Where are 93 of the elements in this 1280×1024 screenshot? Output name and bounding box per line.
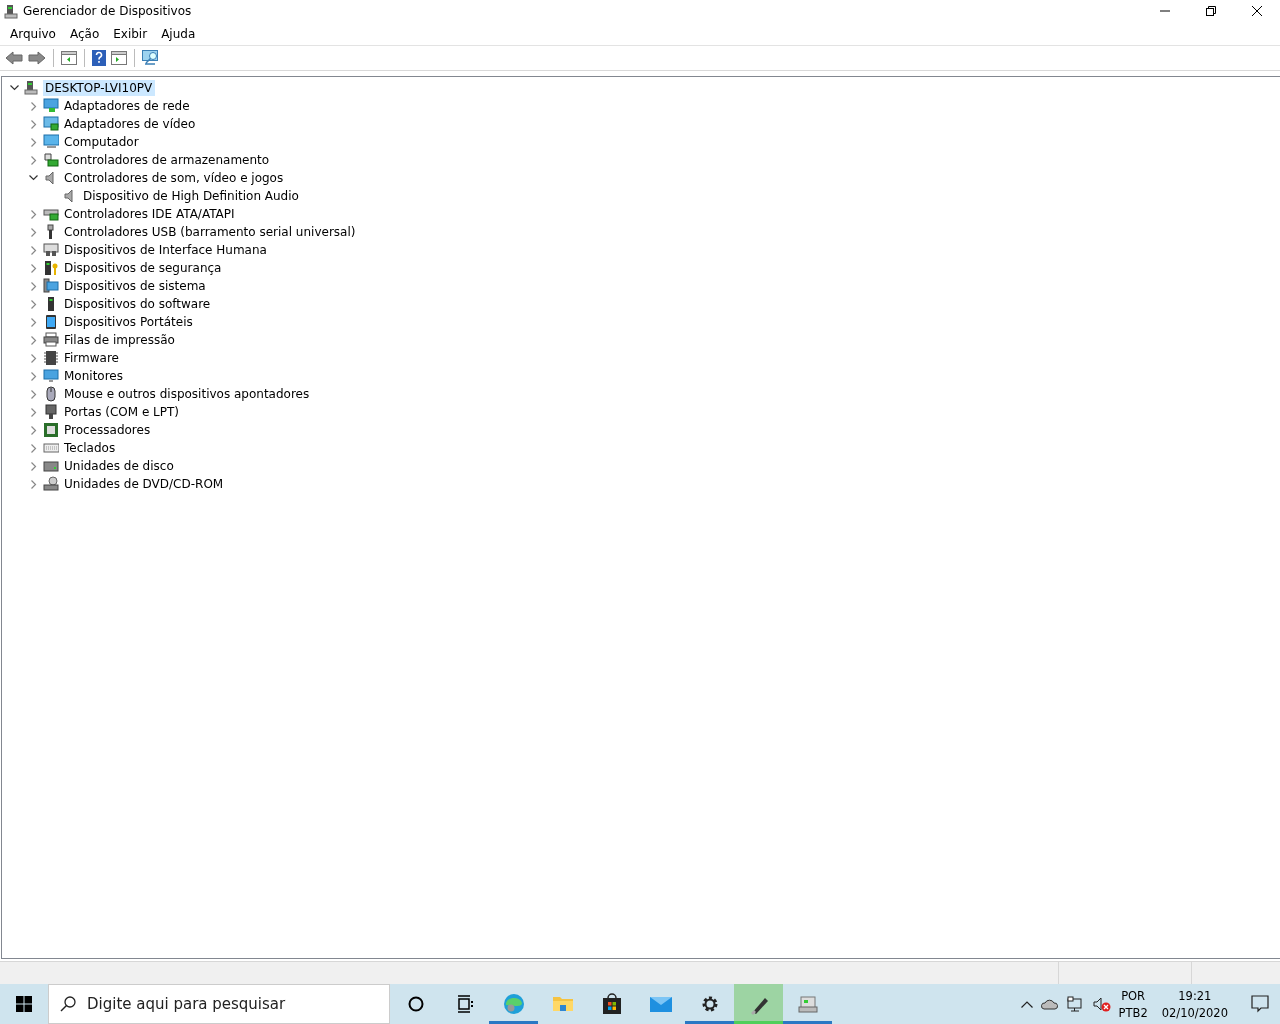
taskbar-app-button[interactable] (734, 984, 783, 1024)
chevron-right-icon[interactable] (30, 155, 37, 165)
chevron-right-icon[interactable] (30, 299, 37, 309)
menu-item[interactable]: Ajuda (154, 26, 203, 41)
tree-item[interactable]: DESKTOP-LVI10PV (43, 80, 156, 96)
windows-logo-icon (16, 996, 32, 1012)
display-card-icon (43, 116, 59, 132)
close-icon (1252, 6, 1262, 16)
tree-item[interactable]: Unidades de disco (62, 458, 177, 474)
window-panel-icon (111, 51, 127, 65)
chevron-down-icon[interactable] (10, 85, 19, 91)
speech-bubble-icon (1251, 995, 1269, 1013)
storage-icon (43, 152, 59, 168)
tree-item[interactable]: Dispositivos de sistema (62, 278, 209, 294)
port-icon (43, 404, 59, 420)
chip-icon (43, 350, 59, 366)
right-arrow-icon (28, 50, 46, 66)
printer-icon (43, 332, 59, 348)
tree-item[interactable]: Unidades de DVD/CD-ROM (62, 476, 227, 492)
tree-item[interactable]: Controladores USB (barramento serial universal) (62, 224, 359, 240)
chevron-right-icon[interactable] (30, 137, 37, 147)
search-field[interactable]: Digite aqui para pesquisar (48, 984, 390, 1024)
processor-icon (43, 422, 59, 438)
restore-icon (1206, 6, 1216, 16)
tree-item[interactable]: Dispositivos Portáteis (62, 314, 196, 330)
back-button[interactable] (4, 49, 24, 67)
chevron-right-icon[interactable] (30, 335, 37, 345)
chevron-right-icon[interactable] (30, 389, 37, 399)
help-button[interactable] (91, 49, 107, 67)
disk-drive-icon (43, 458, 59, 474)
tree-item[interactable]: Controladores de armazenamento (62, 152, 273, 168)
chevron-right-icon[interactable] (30, 461, 37, 471)
network-card-icon (43, 98, 59, 114)
computer-icon (24, 80, 40, 96)
tree-item[interactable]: Dispositivo de High Definition Audio (81, 188, 302, 204)
chevron-right-icon[interactable] (30, 353, 37, 363)
network-monitor-icon[interactable] (1066, 996, 1085, 1012)
tree-item[interactable]: Adaptadores de vídeo (62, 116, 199, 132)
tree-item[interactable]: Monitores (62, 368, 126, 384)
chevron-right-icon[interactable] (30, 425, 37, 435)
tree-item[interactable]: Controladores de som, vídeo e jogos (62, 170, 287, 186)
tree-item[interactable]: Adaptadores de rede (62, 98, 193, 114)
menu-item[interactable]: Exibir (106, 26, 155, 41)
menu-item[interactable]: Arquivo (3, 26, 63, 41)
tree-item[interactable]: Teclados (62, 440, 119, 456)
chevron-up-icon[interactable] (1020, 1000, 1033, 1008)
menu-item[interactable]: Ação (62, 26, 107, 41)
tree-item[interactable]: Mouse e outros dispositivos apontadores (62, 386, 313, 402)
forward-button[interactable] (27, 49, 47, 67)
chevron-down-icon[interactable] (29, 175, 38, 181)
mouse-icon (43, 386, 59, 402)
tree-item[interactable]: Filas de impressão (62, 332, 178, 348)
tablet-icon (43, 314, 59, 330)
chevron-right-icon[interactable] (30, 443, 37, 453)
monitor-icon (43, 368, 59, 384)
tree-item[interactable]: Processadores (62, 422, 154, 438)
chevron-right-icon[interactable] (30, 263, 37, 273)
system-monitor-icon (43, 278, 59, 294)
chevron-right-icon[interactable] (30, 371, 37, 381)
chevron-right-icon[interactable] (30, 227, 37, 237)
panel-button[interactable] (60, 50, 78, 66)
chevron-right-icon[interactable] (30, 101, 37, 111)
chevron-right-icon[interactable] (30, 281, 37, 291)
optical-drive-icon (43, 476, 59, 492)
chevron-right-icon[interactable] (30, 317, 37, 327)
properties-button[interactable] (110, 50, 128, 66)
input-language-button[interactable]: POR PTB2 (1118, 988, 1148, 1020)
monitor-icon (43, 134, 59, 150)
tree-item[interactable]: Dispositivos de Interface Humana (62, 242, 270, 258)
tree-item[interactable]: Firmware (62, 350, 122, 366)
key-tower-icon (43, 260, 59, 276)
tree-item[interactable]: Dispositivos de segurança (62, 260, 225, 276)
clock-button[interactable]: 19:21 02/10/2020 (1155, 988, 1234, 1020)
chevron-right-icon[interactable] (30, 245, 37, 255)
chevron-right-icon[interactable] (30, 209, 37, 219)
monitor-magnifier-icon (142, 50, 160, 66)
window-title: Gerenciador de Dispositivos (23, 4, 193, 18)
computer-icon (4, 3, 18, 19)
keyboard-icon (43, 440, 59, 456)
tree-item[interactable]: Computador (62, 134, 142, 150)
chevron-right-icon[interactable] (30, 479, 37, 489)
chevron-right-icon[interactable] (30, 407, 37, 417)
tree-item[interactable]: Controladores IDE ATA/ATAPI (62, 206, 238, 222)
help-icon (92, 50, 106, 66)
tree-item[interactable]: Dispositivos do software (62, 296, 214, 312)
cloud-icon[interactable] (1040, 998, 1059, 1010)
muted-speaker-icon[interactable] (1092, 996, 1111, 1012)
chevron-right-icon[interactable] (30, 119, 37, 129)
left-arrow-icon (5, 50, 23, 66)
scan-button[interactable] (141, 49, 161, 67)
drive-card-icon (43, 206, 59, 222)
tree-item[interactable]: Portas (COM e LPT) (62, 404, 182, 420)
window-panel-icon (61, 51, 77, 65)
